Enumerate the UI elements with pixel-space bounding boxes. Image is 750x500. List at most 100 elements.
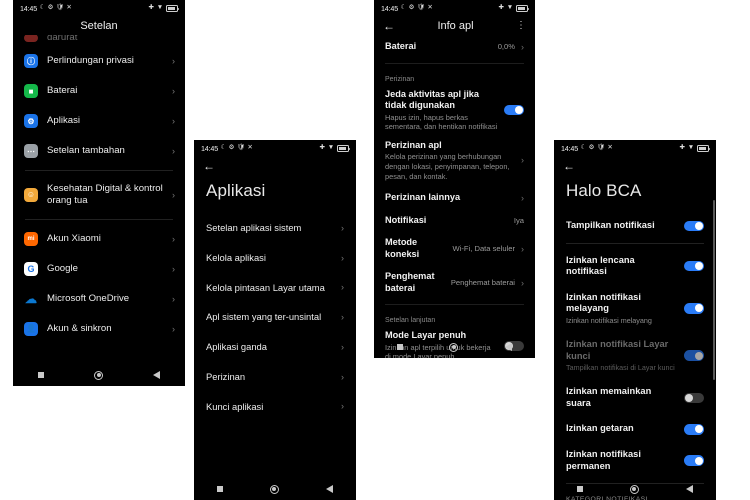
sidebar-item-privacy[interactable]: ⓘ Perlindungan privasi › — [13, 46, 185, 76]
wifi-icon: ▼ — [687, 144, 694, 152]
gear-icon: ⚙ — [228, 144, 235, 152]
toggle-allow-badge[interactable] — [684, 260, 704, 272]
row-show-notifications[interactable]: Tampilkan notifikasi — [554, 213, 716, 239]
row-connection-method[interactable]: Metode koneksi Wi-Fi, Data seluler › — [374, 231, 535, 265]
home-icon[interactable] — [629, 484, 639, 494]
back-icon[interactable] — [325, 485, 333, 493]
toggle-show-notifications[interactable] — [684, 220, 704, 232]
sidebar-item-accounts-sync[interactable]: 👤 Akun & sinkron › — [13, 314, 185, 344]
list-item-manage-home-shortcuts[interactable]: Kelola pintasan Layar utama › — [194, 273, 356, 303]
back-arrow-icon[interactable]: ← — [383, 20, 395, 32]
recents-icon[interactable] — [217, 486, 224, 492]
list-item-dual-apps[interactable]: Aplikasi ganda › — [194, 332, 356, 362]
section-label-permissions: Perizinan — [385, 75, 415, 83]
sidebar-item-battery[interactable]: ■ Baterai › — [13, 76, 185, 106]
phone-panel-halo-bca-notifications: 14:45 ☾ ⚙ 🛡 ✕ ✚ ▼ ← Halo BCA Tampilkan n… — [554, 140, 716, 500]
toggle-allow-lockscreen-notification[interactable] — [684, 350, 704, 361]
toggle-allow-floating-notification[interactable] — [684, 303, 704, 314]
battery-icon — [697, 145, 711, 152]
row-value: Iya — [513, 215, 524, 225]
row-app-permissions[interactable]: Perizinan apl Kelola perizinan yang berh… — [374, 137, 535, 186]
row-title: Izinkan lencana notifikasi — [566, 254, 635, 277]
sidebar-item-digital-wellbeing[interactable]: ☺ Kesehatan Digital & kontrol orang tua … — [13, 175, 185, 215]
home-icon[interactable] — [94, 370, 103, 380]
row-battery-saver[interactable]: Penghemat baterai Penghemat baterai › — [374, 265, 535, 299]
home-icon[interactable] — [449, 342, 459, 352]
row-other-permissions[interactable]: Perizinan lainnya › — [374, 186, 535, 209]
list-item-label: Kelola aplikasi — [206, 251, 266, 263]
sidebar-item-apps[interactable]: ⚙ Aplikasi › — [13, 106, 185, 136]
list-item-label: Kunci aplikasi — [206, 400, 264, 412]
list-item-label: Microsoft OneDrive — [47, 292, 130, 304]
list-item-manage-apps[interactable]: Kelola aplikasi › — [194, 243, 356, 273]
chevron-right-icon: › — [521, 192, 524, 203]
digital-wellbeing-icon: ☺ — [24, 187, 38, 202]
chevron-right-icon: › — [172, 116, 175, 126]
sidebar-item-google[interactable]: G Google › — [13, 254, 185, 284]
status-bar-left: 14:45 ☾ ⚙ 🛡 ✕ — [561, 144, 613, 153]
divider — [385, 62, 524, 64]
settings-topbar: Setelan — [13, 15, 185, 35]
page-title: Info apl — [437, 20, 474, 32]
toggle-allow-sound[interactable] — [684, 392, 704, 404]
list-item-system-app-settings[interactable]: Setelan aplikasi sistem › — [194, 213, 356, 243]
row-pause-unused-app[interactable]: Jeda aktivitas apl jika tidak digunakan … — [374, 86, 535, 137]
row-title: Perizinan apl — [385, 139, 442, 150]
overflow-menu-icon[interactable]: ⋮ — [516, 21, 526, 31]
row-text: Izinkan memainkan suara — [566, 386, 676, 409]
list-item-label: Setelan aplikasi sistem — [206, 222, 302, 233]
vpn-key-icon: ✚ — [319, 144, 325, 152]
close-icon: ✕ — [247, 144, 253, 152]
toggle-pause-unused-app[interactable] — [504, 104, 524, 116]
back-icon[interactable] — [504, 343, 512, 351]
row-allow-badge[interactable]: Izinkan lencana notifikasi — [554, 248, 716, 285]
status-bar-right: ✚ ▼ — [499, 4, 530, 12]
wifi-icon: ▼ — [327, 144, 334, 152]
row-notifications[interactable]: Notifikasi Iya — [374, 209, 535, 232]
list-item-label: Aplikasi — [47, 115, 81, 126]
recents-icon[interactable] — [577, 486, 584, 492]
toggle-allow-vibration[interactable] — [684, 424, 704, 435]
chevron-right-icon: › — [521, 155, 524, 166]
sidebar-item-xiaomi-account[interactable]: mi Akun Xiaomi › — [13, 224, 185, 254]
row-allow-floating-notification[interactable]: Izinkan notifikasi melayang Izinkan noti… — [554, 285, 716, 332]
back-icon[interactable] — [685, 485, 693, 493]
wifi-icon: ▼ — [506, 4, 513, 12]
chevron-right-icon: › — [341, 401, 344, 412]
home-icon[interactable] — [269, 484, 279, 494]
list-item-darurat[interactable]: darurat — [13, 35, 185, 46]
list-item-label: Perizinan — [206, 370, 246, 382]
row-title: Penghemat baterai — [385, 271, 435, 293]
scrollbar[interactable] — [713, 200, 715, 380]
battery-icon: ■ — [24, 84, 38, 98]
list-item-uninstalled-system-apps[interactable]: Apl sistem yang ter-unsintal › — [194, 302, 356, 332]
sidebar-item-additional-settings[interactable]: ⋯ Setelan tambahan › — [13, 136, 185, 166]
navigation-bar — [374, 336, 535, 358]
navigation-bar — [554, 478, 716, 500]
sidebar-item-onedrive[interactable]: ☁ Microsoft OneDrive › — [13, 284, 185, 314]
status-bar-right: ✚ ▼ — [680, 144, 711, 152]
app-info-topbar: ← Info apl ⋮ — [374, 15, 535, 35]
list-item-label: Baterai — [47, 85, 78, 96]
toggle-allow-persistent-notification[interactable] — [684, 455, 704, 466]
row-allow-vibration[interactable]: Izinkan getaran — [554, 416, 716, 442]
row-battery[interactable]: Baterai 0,0% › — [374, 35, 535, 58]
list-item-app-lock[interactable]: Kunci aplikasi › — [194, 392, 356, 422]
row-subtitle: Tampilkan notifikasi di Layar kunci — [566, 363, 675, 373]
recents-icon[interactable] — [397, 344, 404, 350]
recents-icon[interactable] — [38, 372, 44, 378]
row-allow-sound[interactable]: Izinkan memainkan suara — [554, 379, 716, 416]
row-allow-lockscreen-notification[interactable]: Izinkan notifikasi Layar kunci Tampilkan… — [554, 332, 716, 379]
row-subtitle: Kelola perizinan yang berhubungan dengan… — [385, 152, 510, 181]
chevron-right-icon: › — [172, 323, 175, 334]
list-item-permissions[interactable]: Perizinan › — [194, 362, 356, 392]
back-arrow-icon[interactable]: ← — [563, 160, 575, 172]
page-title: Halo BCA — [566, 181, 642, 200]
row-allow-persistent-notification[interactable]: Izinkan notifikasi permanen — [554, 442, 716, 479]
page-title: Setelan — [80, 20, 118, 32]
back-arrow-icon[interactable]: ← — [203, 160, 215, 172]
status-time: 14:45 — [381, 4, 398, 13]
moon-icon: ☾ — [580, 144, 587, 152]
back-icon[interactable] — [153, 371, 160, 379]
more-settings-icon: ⋯ — [24, 144, 38, 158]
